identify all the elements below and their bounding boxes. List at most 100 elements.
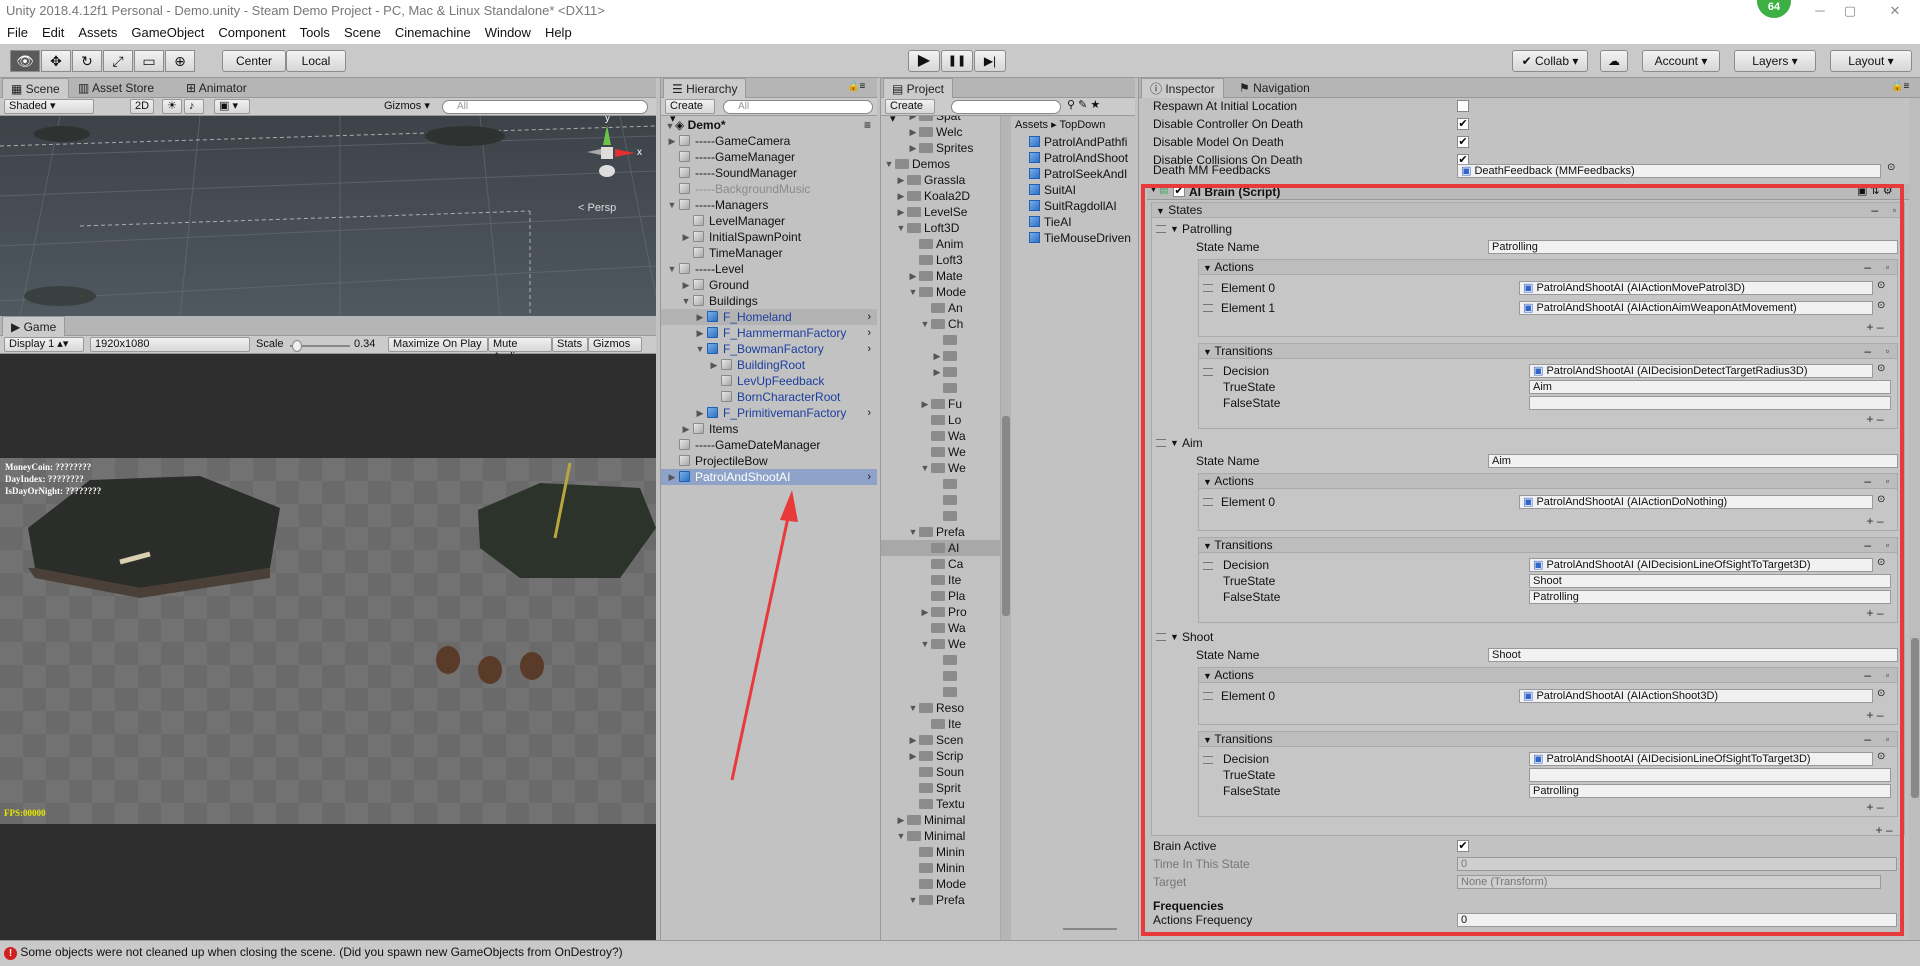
expand-arrow-icon[interactable]: ▼: [681, 293, 691, 309]
menu-scene[interactable]: Scene: [337, 22, 388, 44]
scene-viewport[interactable]: y x < Persp: [0, 116, 656, 316]
hierarchy-item[interactable]: ▶ InitialSpawnPoint: [661, 229, 877, 245]
hierarchy-item[interactable]: ProjectileBow: [661, 453, 877, 469]
project-folder-item[interactable]: Mode: [881, 876, 1000, 892]
folder-arrow-icon[interactable]: ▼: [920, 460, 930, 476]
menu-help[interactable]: Help: [538, 22, 579, 44]
project-folder-item[interactable]: ▶: [881, 364, 1000, 380]
perspective-label[interactable]: < Persp: [578, 202, 616, 214]
tab-project[interactable]: ▤ Project: [883, 78, 954, 98]
2d-toggle[interactable]: 2D: [130, 99, 154, 114]
pivot-local-button[interactable]: Local: [286, 50, 346, 72]
hierarchy-item[interactable]: BornCharacterRoot: [661, 389, 877, 405]
project-folder-item[interactable]: Textu: [881, 796, 1000, 812]
folder-arrow-icon[interactable]: ▶: [896, 204, 906, 220]
project-folder-item[interactable]: Wa: [881, 620, 1000, 636]
expand-arrow-icon[interactable]: ▼: [667, 197, 677, 213]
prefab-open-chevron-icon[interactable]: ›: [867, 405, 871, 421]
tab-hierarchy[interactable]: ☰ Hierarchy: [663, 78, 747, 98]
hierarchy-item[interactable]: ▶ Ground: [661, 277, 877, 293]
hierarchy-item[interactable]: -----BackgroundMusic: [661, 181, 877, 197]
project-folder-item[interactable]: Ite: [881, 572, 1000, 588]
hierarchy-item[interactable]: ▶ -----GameCamera: [661, 133, 877, 149]
mute-audio-toggle[interactable]: Mute Audio: [488, 337, 552, 363]
resolution-dropdown[interactable]: 1920x1080: [90, 337, 250, 352]
menu-component[interactable]: Component: [211, 22, 292, 44]
account-dropdown[interactable]: Account ▾: [1642, 50, 1720, 72]
expand-arrow-icon[interactable]: ▶: [681, 277, 691, 293]
menu-cinemachine[interactable]: Cinemachine: [388, 22, 478, 44]
folder-arrow-icon[interactable]: ▼: [908, 524, 918, 540]
expand-arrow-icon[interactable]: ▶: [695, 325, 705, 341]
status-bar[interactable]: ! Some objects were not cleaned up when …: [0, 940, 1920, 966]
prefab-open-chevron-icon[interactable]: ›: [867, 341, 871, 357]
expand-arrow-icon[interactable]: ▶: [681, 421, 691, 437]
project-asset-item[interactable]: TieAI: [1029, 214, 1135, 230]
prefab-open-chevron-icon[interactable]: ›: [867, 469, 871, 485]
project-folder-item[interactable]: ▼ Mode: [881, 284, 1000, 300]
folder-arrow-icon[interactable]: ▶: [908, 116, 918, 124]
project-folder-item[interactable]: ▼ Prefa: [881, 524, 1000, 540]
breadcrumb-topdown[interactable]: TopDown: [1059, 119, 1105, 131]
folder-arrow-icon[interactable]: ▼: [908, 284, 918, 300]
menu-file[interactable]: File: [0, 22, 35, 44]
pause-button[interactable]: ❚❚: [941, 50, 973, 72]
project-folder-item[interactable]: ▶ Scen: [881, 732, 1000, 748]
lighting-toggle-icon[interactable]: ☀: [162, 99, 182, 114]
hierarchy-item[interactable]: -----GameDateManager: [661, 437, 877, 453]
stats-toggle[interactable]: Stats: [552, 337, 588, 352]
project-folder-item[interactable]: ▼ Demos: [881, 156, 1000, 172]
tab-animator[interactable]: ⊞ Animator: [178, 78, 255, 98]
expand-arrow-icon[interactable]: ▶: [695, 309, 705, 325]
hierarchy-item[interactable]: LevelManager: [661, 213, 877, 229]
expand-arrow-icon[interactable]: ▶: [681, 229, 691, 245]
hierarchy-item[interactable]: TimeManager: [661, 245, 877, 261]
folder-arrow-icon[interactable]: ▼: [896, 828, 906, 844]
hierarchy-create-dropdown[interactable]: Create ▾: [665, 99, 715, 125]
filter-type-icon[interactable]: ⚲ ✎ ★: [1067, 98, 1100, 111]
project-folder-item[interactable]: Pla: [881, 588, 1000, 604]
project-folder-item[interactable]: ▶ Fu: [881, 396, 1000, 412]
project-folder-item[interactable]: ▼ Loft3D: [881, 220, 1000, 236]
project-folder-item[interactable]: [881, 684, 1000, 700]
project-folder-item[interactable]: [881, 380, 1000, 396]
view-tool-eye-icon[interactable]: 👁: [10, 50, 40, 72]
folder-arrow-icon[interactable]: ▶: [908, 124, 918, 140]
hierarchy-item[interactable]: ▼ F_BowmanFactory ›: [661, 341, 877, 357]
project-folder-item[interactable]: ▼ We: [881, 636, 1000, 652]
project-scrollbar[interactable]: [1001, 116, 1011, 940]
folder-arrow-icon[interactable]: ▶: [920, 604, 930, 620]
project-folder-item[interactable]: Ite: [881, 716, 1000, 732]
folder-arrow-icon[interactable]: ▶: [896, 172, 906, 188]
project-asset-item[interactable]: TieMouseDriven: [1029, 230, 1135, 246]
inspector-checkbox[interactable]: ✔: [1457, 118, 1469, 130]
menu-assets[interactable]: Assets: [71, 22, 124, 44]
project-folder-item[interactable]: ▼ Reso: [881, 700, 1000, 716]
project-folder-item[interactable]: Anim: [881, 236, 1000, 252]
folder-arrow-icon[interactable]: ▶: [908, 140, 918, 156]
inspector-lock-icon[interactable]: 🔒≡: [1891, 81, 1909, 92]
expand-arrow-icon[interactable]: ▶: [667, 133, 677, 149]
project-search-input[interactable]: [951, 100, 1061, 114]
folder-arrow-icon[interactable]: ▼: [884, 156, 894, 172]
expand-arrow-icon[interactable]: ▼: [695, 341, 705, 357]
expand-arrow-icon[interactable]: ▼: [667, 261, 677, 277]
project-asset-item[interactable]: SuitAI: [1029, 182, 1135, 198]
close-button[interactable]: ✕: [1875, 0, 1915, 22]
hierarchy-item[interactable]: ▼ -----Level: [661, 261, 877, 277]
project-folder-item[interactable]: Wa: [881, 428, 1000, 444]
cloud-icon[interactable]: ☁: [1600, 50, 1628, 72]
scene-gizmos-dropdown[interactable]: Gizmos ▾: [384, 99, 430, 112]
hierarchy-item[interactable]: ▶ F_Homeland ›: [661, 309, 877, 325]
hierarchy-item[interactable]: -----GameManager: [661, 149, 877, 165]
project-folder-item[interactable]: ▶ Koala2D: [881, 188, 1000, 204]
project-folder-item[interactable]: Minin: [881, 844, 1000, 860]
folder-arrow-icon[interactable]: ▶: [920, 396, 930, 412]
effects-dropdown-icon[interactable]: ▣ ▾: [214, 99, 250, 114]
project-folder-item[interactable]: ▶ Welc: [881, 124, 1000, 140]
menu-window[interactable]: Window: [478, 22, 538, 44]
folder-arrow-icon[interactable]: ▼: [908, 700, 918, 716]
game-viewport[interactable]: MoneyCoin: ???????? DayIndex: ???????? I…: [0, 354, 656, 940]
folder-arrow-icon[interactable]: ▶: [932, 364, 942, 380]
project-folder-item[interactable]: ▶ LevelSe: [881, 204, 1000, 220]
